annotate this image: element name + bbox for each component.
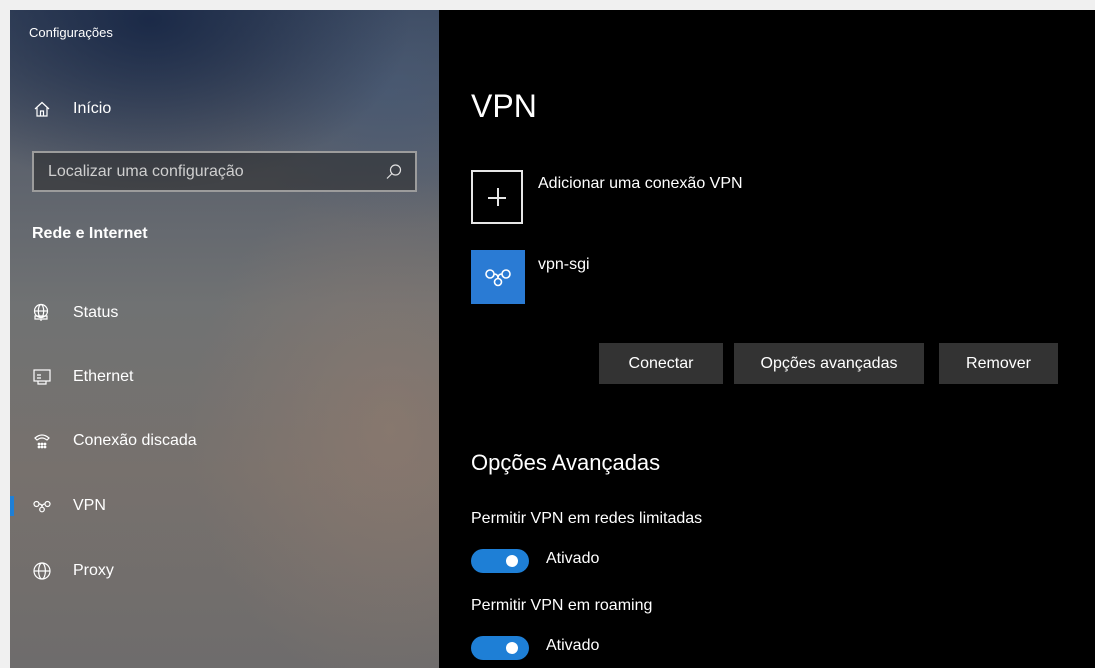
sidebar: Configurações Início Localizar uma confi… xyxy=(10,10,439,668)
ethernet-icon xyxy=(32,367,52,387)
metered-networks-label: Permitir VPN em redes limitadas xyxy=(471,510,703,527)
search-placeholder: Localizar uma configuração xyxy=(48,162,244,180)
globe-icon xyxy=(32,561,52,581)
sidebar-item-label: Início xyxy=(73,100,112,117)
sidebar-item-dialup[interactable]: Conexão discada xyxy=(10,416,439,466)
sidebar-item-status[interactable]: Status xyxy=(10,288,439,338)
sidebar-item-label: Proxy xyxy=(73,562,114,579)
sidebar-item-proxy[interactable]: Proxy xyxy=(10,546,439,596)
sidebar-item-ethernet[interactable]: Ethernet xyxy=(10,352,439,402)
vpn-connection-icon xyxy=(471,250,525,304)
roaming-state: Ativado xyxy=(546,637,600,654)
connect-button[interactable]: Conectar xyxy=(599,343,723,384)
vpn-icon xyxy=(32,496,52,516)
search-icon xyxy=(385,163,403,181)
metered-networks-toggle[interactable] xyxy=(471,549,529,573)
add-vpn-connection-button[interactable]: Adicionar uma conexão VPN xyxy=(471,170,743,224)
sidebar-item-label: Ethernet xyxy=(73,368,134,385)
sidebar-item-vpn[interactable]: VPN xyxy=(10,481,439,531)
globe-monitor-icon xyxy=(32,303,52,323)
page-title: VPN xyxy=(471,88,537,124)
dialup-icon xyxy=(32,431,52,451)
home-icon xyxy=(32,99,52,119)
window-title: Configurações xyxy=(29,25,113,40)
plus-icon xyxy=(471,170,523,224)
metered-networks-state: Ativado xyxy=(546,550,600,567)
advanced-options-button[interactable]: Opções avançadas xyxy=(734,343,924,384)
main-content: VPN Adicionar uma conexão VPN vpn-sgi Co… xyxy=(439,10,1095,668)
vpn-connection-item[interactable]: vpn-sgi xyxy=(471,250,590,304)
advanced-options-heading: Opções Avançadas xyxy=(471,450,661,475)
section-title: Rede e Internet xyxy=(32,225,148,242)
search-input[interactable]: Localizar uma configuração xyxy=(32,151,417,192)
sidebar-item-label: Conexão discada xyxy=(73,432,197,449)
settings-window: Configurações Início Localizar uma confi… xyxy=(10,10,1095,668)
sidebar-item-label: VPN xyxy=(73,497,106,514)
vpn-connection-name: vpn-sgi xyxy=(538,256,590,273)
roaming-label: Permitir VPN em roaming xyxy=(471,597,653,614)
sidebar-item-label: Status xyxy=(73,304,119,321)
sidebar-item-home[interactable]: Início xyxy=(10,84,439,134)
roaming-toggle[interactable] xyxy=(471,636,529,660)
remove-button[interactable]: Remover xyxy=(939,343,1058,384)
add-vpn-label: Adicionar uma conexão VPN xyxy=(538,175,743,192)
